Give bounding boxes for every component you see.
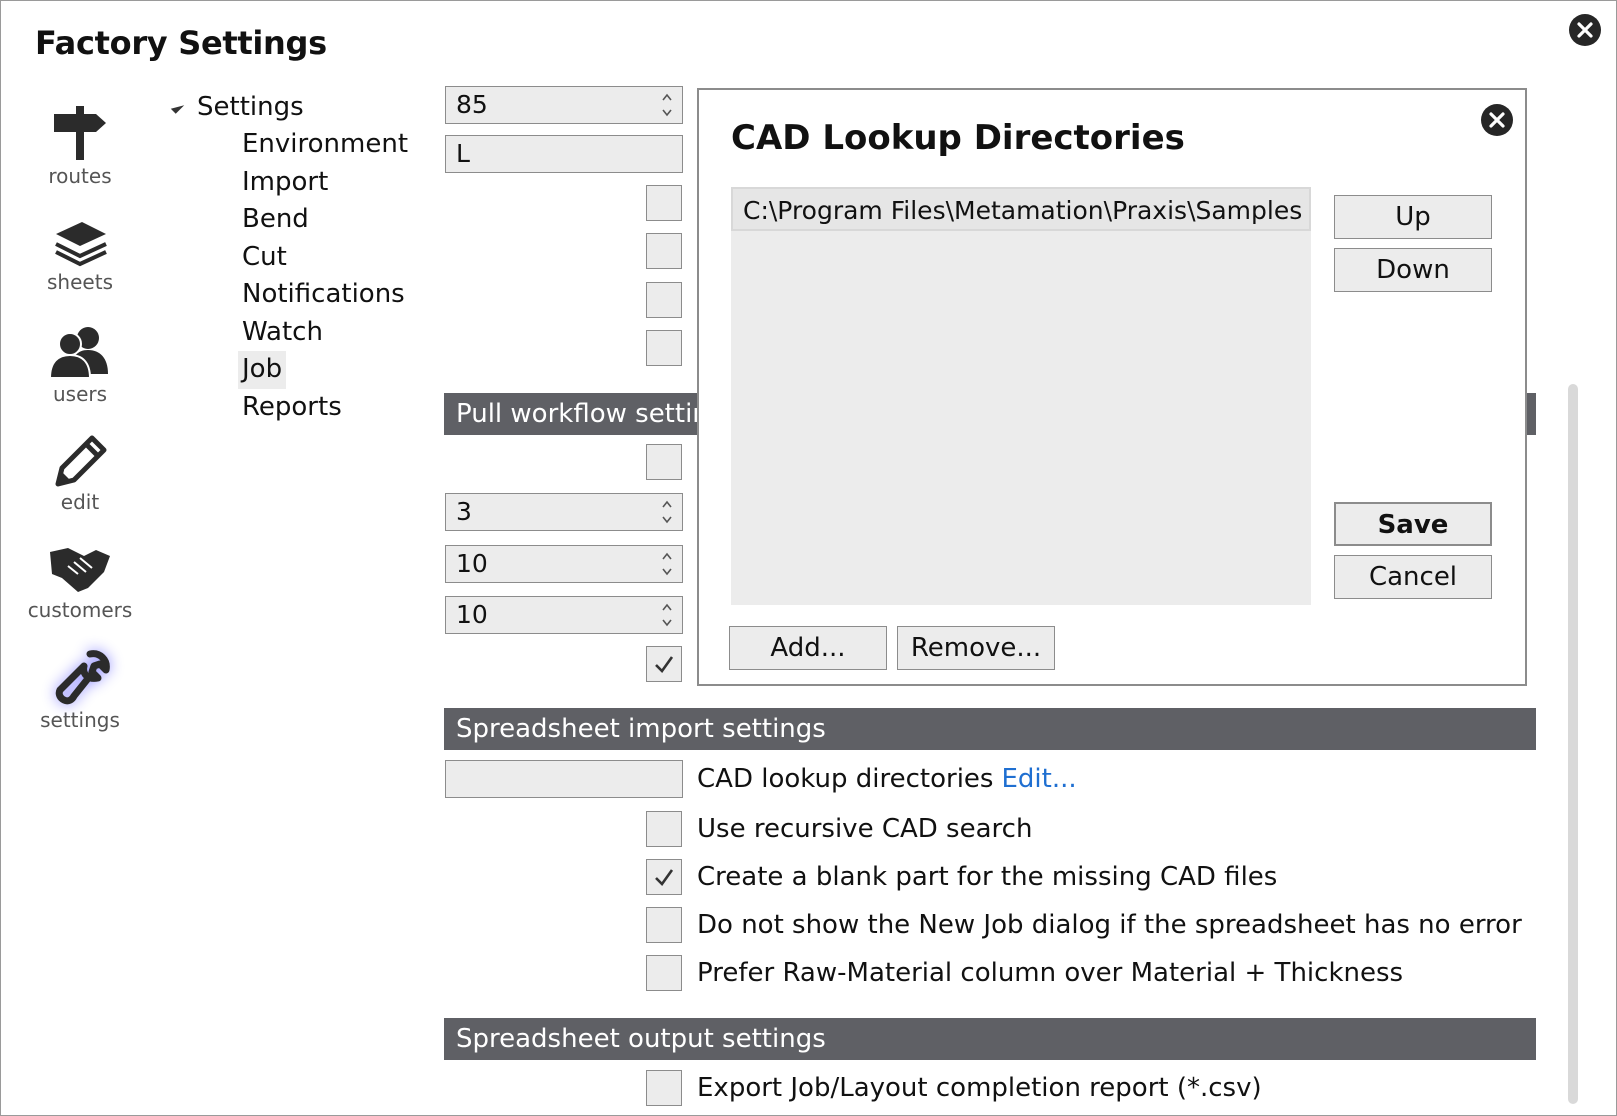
section-spreadsheet-import: Spreadsheet import settings: [444, 708, 1536, 750]
text-field-1-value: L: [456, 139, 470, 168]
close-icon: [1577, 22, 1593, 38]
section-spreadsheet-output: Spreadsheet output settings: [444, 1018, 1536, 1060]
nav-settings-label: settings: [40, 708, 120, 732]
numeric-spinner-4[interactable]: 10: [445, 596, 683, 634]
no-new-job-dialog-label: Do not show the New Job dialog if the sp…: [697, 910, 1522, 940]
blank-part-label: Create a blank part for the missing CAD …: [697, 862, 1278, 892]
spinner-4-value: 10: [456, 600, 488, 629]
nav-routes-label: routes: [48, 164, 112, 188]
tree-root[interactable]: Settings: [170, 88, 412, 126]
signpost-icon: [54, 106, 106, 160]
spinner-1-value: 85: [456, 90, 488, 119]
tree-item-reports[interactable]: Reports: [238, 389, 346, 427]
tree-item-cut[interactable]: Cut: [238, 239, 291, 277]
wrench-icon: [55, 650, 110, 705]
checkbox-upper-1[interactable]: [646, 185, 682, 221]
checkbox-prefer-raw-material[interactable]: [646, 955, 682, 991]
close-icon: [1489, 112, 1505, 128]
checkbox-export-report[interactable]: [646, 1070, 682, 1106]
edit-cad-dirs-link[interactable]: Edit...: [1001, 764, 1076, 794]
cancel-button[interactable]: Cancel: [1334, 555, 1492, 599]
checkbox-pull-2[interactable]: [646, 646, 682, 682]
tree-item-job[interactable]: Job: [238, 351, 287, 389]
layers-icon: [55, 222, 107, 267]
tree-item-watch[interactable]: Watch: [238, 314, 327, 352]
dialog-close-button[interactable]: [1481, 104, 1513, 136]
nav-customers[interactable]: customers: [8, 542, 152, 622]
prefer-raw-material-label: Prefer Raw-Material column over Material…: [697, 958, 1404, 988]
vertical-scrollbar[interactable]: [1568, 384, 1578, 1104]
directory-list[interactable]: C:\Program Files\Metamation\Praxis\Sampl…: [731, 187, 1311, 605]
expand-arrow-icon[interactable]: [170, 100, 185, 114]
export-report-label: Export Job/Layout completion report (*.c…: [697, 1073, 1262, 1103]
checkbox-no-new-job-dialog[interactable]: [646, 907, 682, 943]
nav-sheets-label: sheets: [47, 270, 113, 294]
spinner-arrows-icon[interactable]: [661, 498, 673, 526]
nav-sheets[interactable]: sheets: [8, 214, 152, 294]
users-icon: [48, 327, 108, 379]
checkmark-icon: [655, 656, 674, 674]
nav-users-label: users: [52, 382, 108, 406]
tree-root-label: Settings: [197, 92, 304, 122]
checkbox-recursive-cad[interactable]: [646, 811, 682, 847]
dialog-title: CAD Lookup Directories: [731, 118, 1185, 158]
spinner-arrows-icon[interactable]: [661, 91, 673, 119]
settings-tree: Settings Environment Import Bend Cut Not…: [170, 88, 412, 427]
up-button[interactable]: Up: [1334, 195, 1492, 239]
tree-item-notifications[interactable]: Notifications: [238, 276, 409, 314]
nav-settings[interactable]: settings: [8, 650, 152, 732]
numeric-spinner-2[interactable]: 3: [445, 493, 683, 531]
cad-directories-field[interactable]: [445, 760, 683, 798]
directory-list-item[interactable]: C:\Program Files\Metamation\Praxis\Sampl…: [731, 187, 1311, 231]
numeric-spinner-3[interactable]: 10: [445, 545, 683, 583]
text-field-1[interactable]: L: [445, 135, 683, 173]
spinner-arrows-icon[interactable]: [661, 550, 673, 578]
down-button[interactable]: Down: [1334, 248, 1492, 292]
window-title: Factory Settings: [35, 24, 327, 62]
nav-routes[interactable]: routes: [8, 104, 152, 188]
nav-customers-label: customers: [27, 598, 133, 622]
spinner-2-value: 3: [456, 497, 472, 526]
numeric-spinner-1[interactable]: 85: [445, 86, 683, 124]
tree-item-import[interactable]: Import: [238, 164, 332, 202]
checkmark-icon: [655, 869, 674, 887]
handshake-icon: [50, 548, 110, 592]
cad-lookup-row: CAD lookup directories Edit...: [697, 764, 1077, 794]
checkbox-upper-3[interactable]: [646, 282, 682, 318]
recursive-cad-label: Use recursive CAD search: [697, 814, 1033, 844]
remove-button[interactable]: Remove...: [897, 626, 1055, 670]
checkbox-blank-part[interactable]: [646, 859, 682, 895]
cad-lookup-dialog: CAD Lookup Directories C:\Program Files\…: [697, 88, 1527, 686]
checkbox-pull-1[interactable]: [646, 444, 682, 480]
checkbox-upper-4[interactable]: [646, 330, 682, 366]
pencil-icon: [55, 435, 107, 487]
tree-item-bend[interactable]: Bend: [238, 201, 313, 239]
spinner-3-value: 10: [456, 549, 488, 578]
nav-users[interactable]: users: [8, 324, 152, 406]
cad-lookup-label: CAD lookup directories: [697, 764, 994, 794]
checkbox-upper-2[interactable]: [646, 233, 682, 269]
tree-item-environment[interactable]: Environment: [238, 126, 412, 164]
save-button[interactable]: Save: [1334, 502, 1492, 546]
window-close-button[interactable]: [1569, 14, 1601, 46]
spinner-arrows-icon[interactable]: [661, 601, 673, 629]
nav-edit[interactable]: edit: [8, 432, 152, 514]
nav-edit-label: edit: [60, 490, 100, 514]
add-button[interactable]: Add...: [729, 626, 887, 670]
